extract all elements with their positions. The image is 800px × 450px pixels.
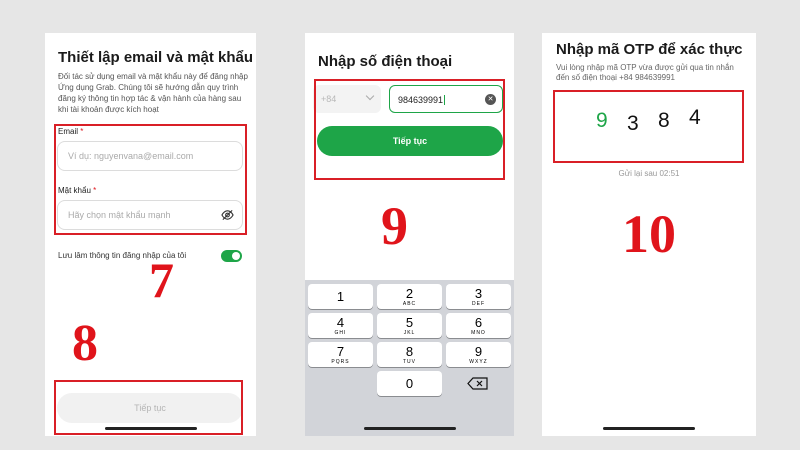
home-indicator [363,427,456,430]
step-number-9: 9 [381,196,408,256]
key-5[interactable]: 5 JKL [377,313,442,338]
home-indicator [603,427,695,430]
step-number-7: 7 [149,252,174,308]
page-description: Đối tác sử dụng email và mật khẩu này để… [58,72,248,114]
key-0[interactable]: 0 [377,371,442,396]
page-description: Vui lòng nhập mã OTP vừa được gửi qua ti… [556,63,734,82]
key-4[interactable]: 4 GHI [308,313,373,338]
backspace-icon[interactable] [446,371,511,396]
key-9[interactable]: 9 WXYZ [446,342,511,367]
key-3[interactable]: 3 DEF [446,284,511,309]
highlight-otp-entry [553,90,744,163]
step-number-8: 8 [72,315,98,372]
key-7[interactable]: 7 PQRS [308,342,373,367]
resend-timer: Gửi lại sau 02:51 [618,169,680,178]
highlight-email-password [54,124,247,235]
page-title: Thiết lập email và mật khẩu [58,49,254,66]
key-6[interactable]: 6 MNO [446,313,511,338]
key-8[interactable]: 8 TUV [377,342,442,367]
page-title: Nhập mã OTP để xác thực [556,41,743,58]
save-login-toggle[interactable] [221,250,242,262]
step-number-10: 10 [622,204,676,264]
highlight-continue-button [54,380,243,435]
numeric-keypad: 1 2 ABC 3 DEF 4 GHI 5 JKL 6 MNO 7 PQRS 8 TUV 9W… [305,280,514,436]
key-1[interactable]: 1 [308,284,373,309]
highlight-phone-entry [314,79,505,180]
page-title: Nhập số điện thoại [318,53,453,70]
key-2[interactable]: 2 ABC [377,284,442,309]
